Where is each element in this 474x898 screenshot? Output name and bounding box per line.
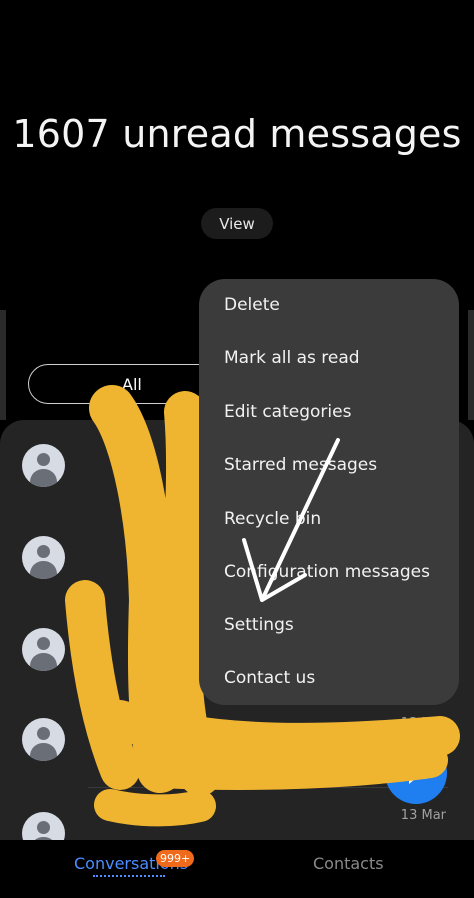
menu-item-delete[interactable]: Delete: [224, 295, 280, 315]
conversation-date: 13 Mar: [400, 808, 446, 823]
compose-button[interactable]: [385, 742, 447, 804]
menu-item-starred-messages[interactable]: Starred messages: [224, 455, 377, 475]
conversation-date: 13 Mar: [400, 716, 446, 731]
avatar: [22, 536, 65, 579]
menu-item-edit-categories[interactable]: Edit categories: [224, 402, 351, 422]
tab-contacts[interactable]: Contacts: [313, 854, 384, 873]
unread-badge: 999+: [156, 850, 195, 867]
avatar: [22, 628, 65, 671]
bottom-navigation: Conversations Contacts: [0, 840, 474, 898]
chat-bubble-icon: [405, 764, 427, 784]
filter-all-label: All: [122, 374, 142, 394]
right-panel-edge: [468, 310, 474, 420]
menu-item-configuration-messages[interactable]: Configuration messages: [224, 562, 430, 582]
avatar: [22, 444, 65, 487]
view-button[interactable]: View: [201, 208, 273, 239]
unread-count-title: 1607 unread messages: [12, 112, 462, 156]
menu-item-mark-all-read[interactable]: Mark all as read: [224, 348, 360, 368]
left-panel-edge: [0, 310, 6, 420]
active-tab-indicator: [93, 875, 165, 877]
menu-item-contact-us[interactable]: Contact us: [224, 668, 315, 688]
menu-item-settings[interactable]: Settings: [224, 615, 294, 635]
menu-item-recycle-bin[interactable]: Recycle bin: [224, 509, 321, 529]
avatar: [22, 718, 65, 761]
overflow-menu: Delete Mark all as read Edit categories …: [199, 279, 459, 705]
